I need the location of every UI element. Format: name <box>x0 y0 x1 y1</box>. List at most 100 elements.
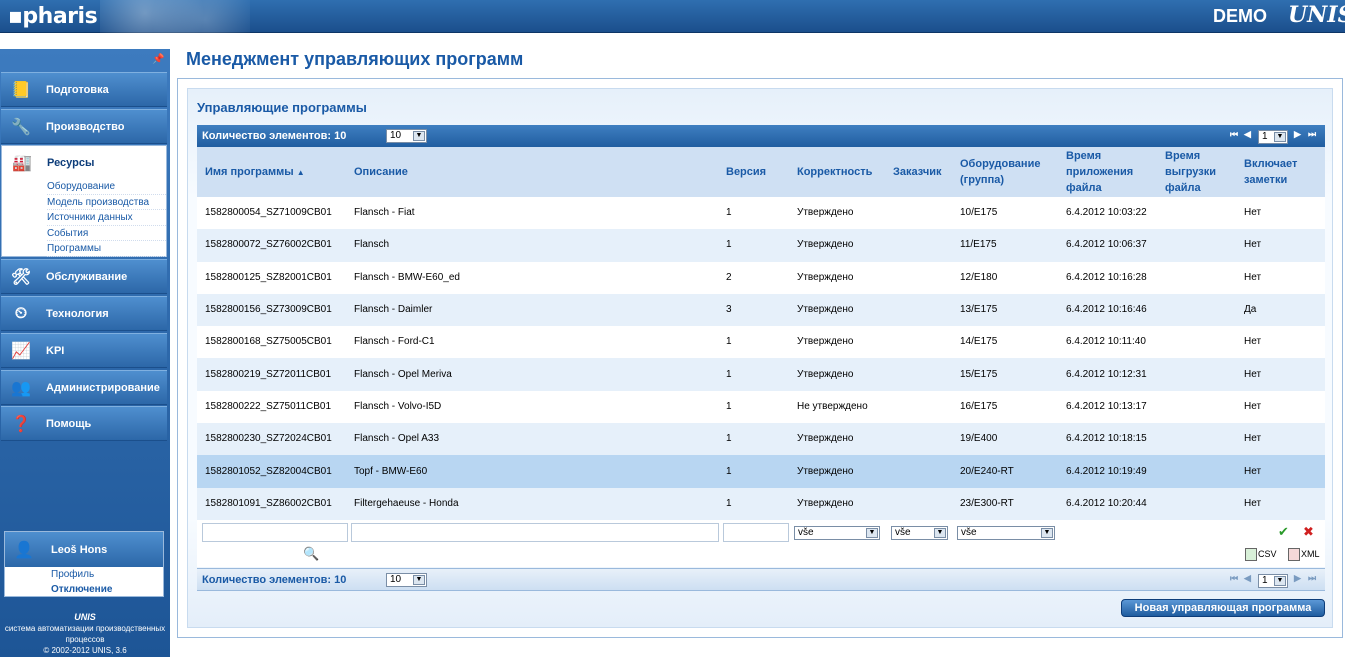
table-row[interactable]: 1582800054_SZ71009CB01 Flansch - Fiat 1 Утв… <box>197 197 1325 230</box>
col-header-name[interactable]: Имя программы ▲ <box>197 147 346 197</box>
sidebar-item-label: Производство <box>46 120 125 133</box>
unis-logo: UNIS <box>1288 2 1345 28</box>
csv-icon <box>1245 548 1257 561</box>
item-count-bottom: Количество элементов: 10 <box>202 574 347 586</box>
search-icon[interactable]: 🔍 <box>303 546 319 562</box>
sidebar-item-label: KPI <box>46 344 65 357</box>
col-header-upload-time[interactable]: Время приложения файла <box>1058 147 1157 197</box>
xml-icon <box>1288 548 1300 561</box>
footer-brand: UNIS <box>74 612 96 622</box>
filter-version-input[interactable] <box>723 523 789 542</box>
table-row[interactable]: 1582800230_SZ72024CB01 Flansch - Opel A33… <box>197 423 1325 456</box>
sidebar-item-label: Обслуживание <box>46 270 128 283</box>
new-program-button[interactable]: Новая управляющая программа <box>1121 599 1325 617</box>
col-header-notes[interactable]: Включает заметки <box>1236 147 1325 197</box>
table-row[interactable]: 1582800156_SZ73009CB01 Flansch - Daimler 3… <box>197 293 1325 327</box>
filter-customer-select[interactable]: vše ▼ <box>891 526 948 540</box>
col-header-customer[interactable]: Заказчик <box>885 147 952 197</box>
sidebar-item-kpi[interactable]: 📈 KPI <box>1 333 167 368</box>
sidebar-item-obsluzhivanie[interactable]: 🛠 Обслуживание <box>1 259 167 294</box>
footer-text3: © 2002-2012 UNIS, 3.6 <box>43 646 127 655</box>
sort-asc-icon: ▲ <box>296 167 305 177</box>
page-size-select[interactable]: 10 ▼ <box>386 129 427 143</box>
next-page-icon[interactable]: ▶ <box>1294 573 1301 584</box>
pharis-logo: ▪pharis <box>8 4 98 29</box>
chevron-down-icon: ▼ <box>866 528 878 538</box>
sidebar-item-label: Технология <box>46 307 109 320</box>
sidebar-item-label: Администрирование <box>46 381 160 394</box>
apply-filter-icon[interactable]: ✔ <box>1278 524 1289 540</box>
page-number-select-bottom[interactable]: 1 ▼ <box>1258 574 1288 588</box>
table-row[interactable]: 1582800072_SZ76002CB01 Flansch 1 Утверждено… <box>197 229 1325 262</box>
col-header-equipment[interactable]: Оборудование (группа) <box>952 147 1058 197</box>
prev-page-icon[interactable]: ◀ <box>1244 573 1251 584</box>
next-page-icon[interactable]: ▶ <box>1294 129 1301 140</box>
export-csv-button[interactable]: CSV <box>1245 548 1277 561</box>
first-page-icon[interactable]: ⏮ <box>1230 129 1238 140</box>
page-number-select[interactable]: 1 ▼ <box>1258 130 1288 144</box>
first-page-icon[interactable]: ⏮ <box>1230 573 1238 584</box>
footer-text1: система автоматизации производственных <box>4 624 166 633</box>
logout-link[interactable]: Отключение <box>51 582 163 597</box>
user-box: 👤 Leoš Hons Профиль Отключение <box>4 531 164 597</box>
chevron-down-icon: ▼ <box>413 131 425 141</box>
subnav-model[interactable]: Модель производства <box>47 195 166 210</box>
table-row[interactable]: 1582800125_SZ82001CB01 Flansch - BMW-E60_… <box>197 261 1325 294</box>
sidebar-footer: UNIS система автоматизации производствен… <box>0 612 170 656</box>
subnav-programs[interactable]: Программы <box>47 241 166 257</box>
chevron-down-icon: ▼ <box>413 575 425 585</box>
help-icon: ❓ <box>11 415 31 433</box>
filter-name-input[interactable] <box>202 523 348 542</box>
filter-row: vše ▼ vše ▼ vše ▼ ✔ ✖ 🔍 CSV XML <box>197 520 1325 567</box>
clear-filter-icon[interactable]: ✖ <box>1303 524 1314 540</box>
col-header-version[interactable]: Версия <box>718 147 789 197</box>
page-title: Менеджмент управляющих программ <box>186 49 524 69</box>
pin-icon[interactable]: 📌 <box>152 54 164 65</box>
last-page-icon[interactable]: ⏭ <box>1308 129 1316 140</box>
grid-top-bar: Количество элементов: 10 10 ▼ ⏮ ◀ 1 ▼ ▶ … <box>197 125 1325 148</box>
profile-link[interactable]: Профиль <box>51 567 163 582</box>
prev-page-icon[interactable]: ◀ <box>1244 129 1251 140</box>
tools-icon: 🔧 <box>11 118 31 136</box>
users-icon: 👥 <box>11 379 31 397</box>
demo-label: DEMO <box>1213 6 1267 26</box>
filter-description-input[interactable] <box>351 523 719 542</box>
table-row[interactable]: 1582800168_SZ75005CB01 Flansch - Ford-C1 1… <box>197 326 1325 359</box>
user-icon: 👤 <box>14 541 34 559</box>
col-header-correctness[interactable]: Корректность <box>789 147 885 197</box>
chevron-down-icon: ▼ <box>1274 576 1286 586</box>
sidebar-item-label: Помощь <box>46 417 92 430</box>
panel-title: Управляющие программы <box>197 100 367 115</box>
col-header-download-time[interactable]: Время выгрузки файла <box>1157 147 1236 197</box>
export-xml-button[interactable]: XML <box>1288 548 1320 561</box>
table-row[interactable]: 1582801091_SZ86002CB01 Filtergehaeuse - H… <box>197 487 1325 520</box>
chevron-down-icon: ▼ <box>1274 132 1286 142</box>
folder-icon: 📒 <box>11 81 31 99</box>
subnav-events[interactable]: События <box>47 226 166 241</box>
last-page-icon[interactable]: ⏭ <box>1308 573 1316 584</box>
filter-equipment-select[interactable]: vše ▼ <box>957 526 1055 540</box>
item-count: Количество элементов: 10 <box>202 130 347 142</box>
sidebar-item-admin[interactable]: 👥 Администрирование <box>1 370 167 405</box>
sidebar-item-help[interactable]: ❓ Помощь <box>1 406 167 441</box>
subnav-oborudovanie[interactable]: Оборудование <box>47 179 166 195</box>
wrench-icon: 🛠 <box>10 268 32 286</box>
table-row[interactable]: 1582800222_SZ75011CB01 Flansch - Volvo-I5… <box>197 390 1325 424</box>
chevron-down-icon: ▼ <box>1041 528 1053 538</box>
page-size-select-bottom[interactable]: 10 ▼ <box>386 573 427 587</box>
sidebar-item-proizvodstvo[interactable]: 🔧 Производство <box>1 109 167 144</box>
sidebar-item-podgotovka[interactable]: 📒 Подготовка <box>1 72 167 107</box>
table-row-selected[interactable]: 1582801052_SZ82004CB01 Topf - BMW-E60 1 Утв… <box>197 455 1325 488</box>
sidebar-item-label: Подготовка <box>46 83 109 96</box>
top-bar: ▪pharis DEMO UNIS <box>0 0 1345 33</box>
sidebar-item-tekhnologiya[interactable]: ⏲ Технология <box>1 296 167 331</box>
table-row[interactable]: 1582800219_SZ72011CB01 Flansch - Opel Mer… <box>197 358 1325 391</box>
sidebar-item-label: Ресурсы <box>47 156 95 169</box>
programs-table: Имя программы ▲ Описание Версия Корректн… <box>197 147 1325 520</box>
col-header-description[interactable]: Описание <box>346 147 718 197</box>
user-header: 👤 Leoš Hons <box>5 532 163 567</box>
subnav-sources[interactable]: Источники данных <box>47 210 166 226</box>
sidebar-item-resursy[interactable]: 🏭 Ресурсы <box>1 145 167 180</box>
filter-correctness-select[interactable]: vše ▼ <box>794 526 880 540</box>
user-name: Leoš Hons <box>51 543 108 556</box>
